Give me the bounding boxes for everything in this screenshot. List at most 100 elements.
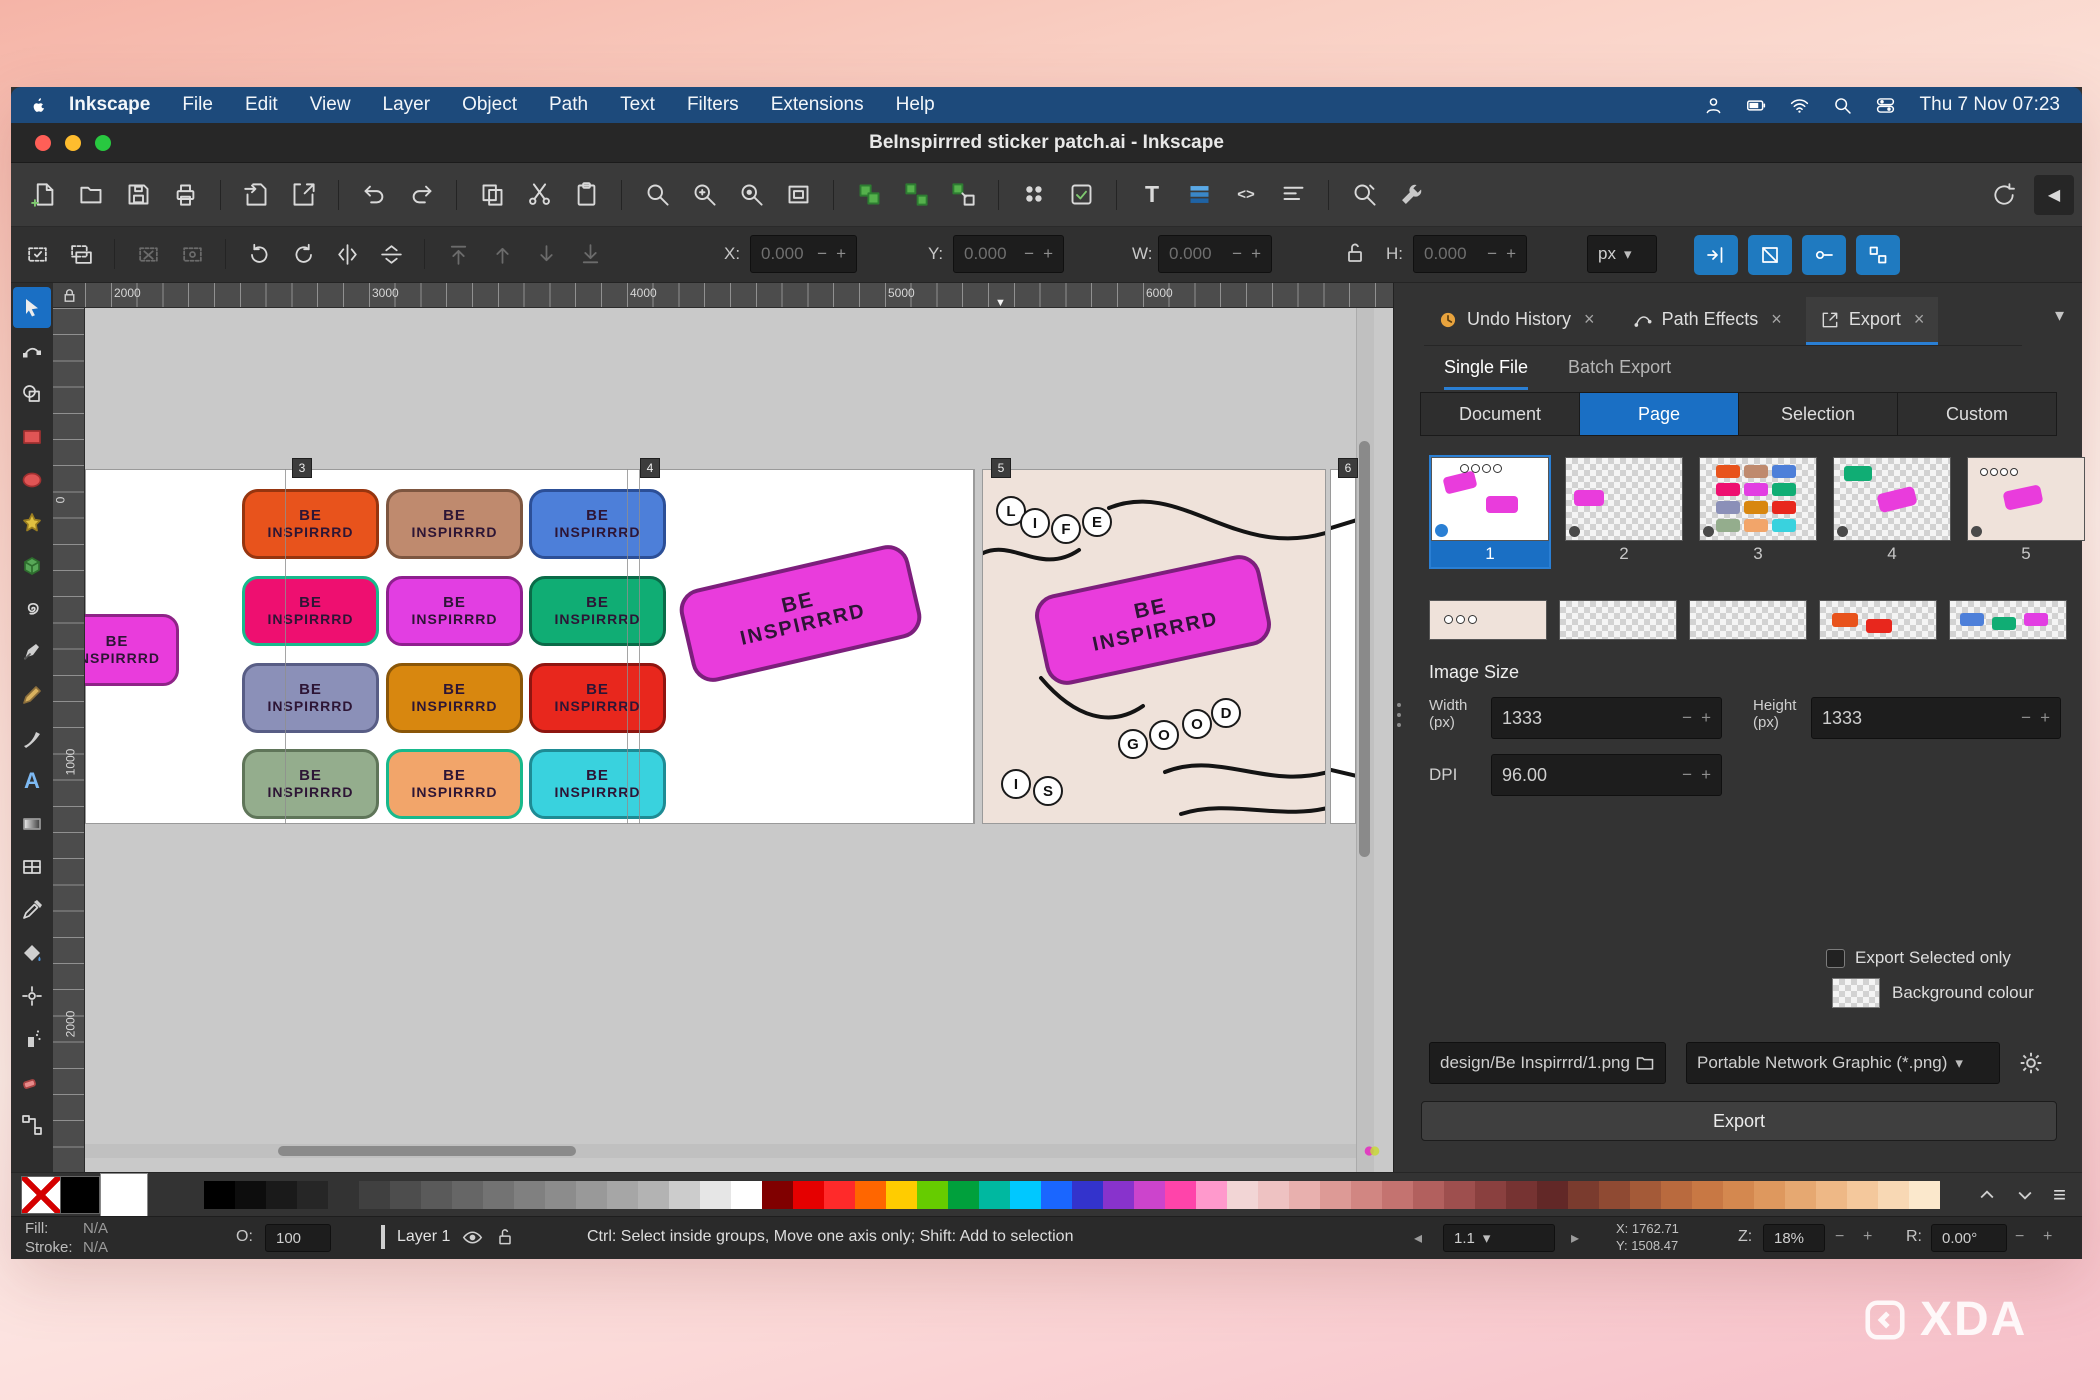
connector-tool[interactable] [13,1104,51,1145]
palette-swatch[interactable] [1289,1181,1320,1209]
export-thumbnail-partial[interactable] [1559,600,1677,640]
gradient-tool[interactable] [13,803,51,844]
palette-swatch[interactable] [762,1181,793,1209]
opacity-input[interactable]: 100 [265,1224,331,1252]
w-input[interactable]: 0.000 −+ [1158,235,1272,273]
calligraphy-tool[interactable] [13,717,51,758]
dialog-tab-path-effects[interactable]: Path Effects× [1619,297,1796,345]
lock-icon[interactable] [61,287,78,304]
h-increment-button[interactable]: + [1506,244,1516,264]
palette-swatch[interactable] [979,1181,1010,1209]
align-dialog-button[interactable] [1274,176,1312,214]
dpi-decrement-button[interactable]: − [1682,765,1692,785]
spray-options-button[interactable] [1062,176,1100,214]
menu-item-layer[interactable]: Layer [383,94,431,116]
good-letter-circle[interactable]: D [1211,698,1241,728]
gear-icon[interactable] [2011,1048,2051,1078]
raise-to-top-button[interactable] [440,235,476,273]
text-tool-btn-button[interactable]: T [1133,176,1171,214]
paste-button[interactable] [567,176,605,214]
palette-swatch[interactable] [638,1181,669,1209]
menu-item-view[interactable]: View [310,94,351,116]
palette-swatch[interactable] [1878,1181,1909,1209]
palette-swatch[interactable] [886,1181,917,1209]
scale-patterns-toggle[interactable] [1856,235,1900,275]
palette-swatch[interactable] [297,1181,328,1209]
export-thumbnail-1[interactable]: 1 [1429,455,1551,569]
sticker[interactable]: BEINSPIRRRD [529,663,666,733]
cut-button[interactable] [520,176,558,214]
snap-controls-button[interactable] [1984,175,2024,215]
life-letter-circle[interactable]: E [1082,507,1112,537]
menu-clock[interactable]: Thu 7 Nov 07:23 [1920,94,2060,116]
palette-swatch[interactable] [1134,1181,1165,1209]
palette-swatch[interactable] [1599,1181,1630,1209]
find-replace-button[interactable] [1345,176,1383,214]
palette-swatch[interactable] [1754,1181,1785,1209]
zoom-page-button[interactable] [779,176,817,214]
shape-builder-tool[interactable] [13,373,51,414]
palette-swatch[interactable] [1444,1181,1475,1209]
sticker[interactable]: BEINSPIRRRD [386,576,523,646]
selector-tool[interactable] [13,287,51,328]
h-input[interactable]: 0.000 −+ [1413,235,1527,273]
tweak-tool[interactable] [13,975,51,1016]
star-tool[interactable] [13,502,51,543]
scale-gradients-toggle[interactable] [1802,235,1846,275]
export-selected-checkbox[interactable] [1826,949,1845,968]
node-tool[interactable] [13,330,51,371]
selection-to-path-button[interactable] [174,235,210,273]
rotation-input[interactable]: 0.00° [1931,1224,2007,1252]
export-mode-document[interactable]: Document [1420,392,1580,436]
export-mode-page[interactable]: Page [1579,392,1739,436]
zoom-decrement-button[interactable]: − [1835,1228,1844,1246]
background-colour-swatch[interactable] [1832,978,1880,1008]
life-letter-circle[interactable]: I [1020,508,1050,538]
select-all-layers-button[interactable] [63,235,99,273]
zoom-prev-icon[interactable]: ◂ [1414,1228,1422,1248]
palette-swatch[interactable] [1537,1181,1568,1209]
export-thumbnail-2[interactable]: 2 [1563,455,1685,569]
select-all-button[interactable] [19,235,55,273]
lower-button[interactable] [528,235,564,273]
rotation-decrement-button[interactable]: − [2015,1228,2024,1246]
palette-swatch[interactable] [1692,1181,1723,1209]
y-input[interactable]: 0.000 −+ [953,235,1064,273]
palette-swatch[interactable] [1258,1181,1289,1209]
minimize-window-button[interactable] [65,135,81,151]
palette-swatch[interactable] [855,1181,886,1209]
lock-open-icon[interactable] [495,1227,515,1247]
raise-button[interactable] [484,235,520,273]
sticker[interactable]: BEINSPIRRRD [386,489,523,559]
lock-ratio-icon[interactable] [1343,241,1367,265]
palette-swatch[interactable] [204,1181,235,1209]
y-decrement-button[interactable]: − [1024,244,1034,264]
palette-swatch[interactable] [1475,1181,1506,1209]
palette-swatch[interactable] [1816,1181,1847,1209]
menu-item-filters[interactable]: Filters [687,94,739,116]
dpi-input[interactable]: 96.00 −+ [1491,754,1722,796]
x-input[interactable]: 0.000 −+ [750,235,857,273]
palette-swatch[interactable] [1320,1181,1351,1209]
palette-swatch[interactable] [545,1181,576,1209]
palette-swatch[interactable] [359,1181,390,1209]
sticker[interactable]: BEINSPIRRRD [85,614,179,686]
sticker[interactable]: BEINSPIRRRD [386,663,523,733]
export-button[interactable] [284,176,322,214]
mesh-tool[interactable] [13,846,51,887]
undo-button[interactable] [355,176,393,214]
palette-swatch[interactable] [421,1181,452,1209]
palette-swatch[interactable] [576,1181,607,1209]
scale-corners-toggle[interactable] [1748,235,1792,275]
menu-item-text[interactable]: Text [620,94,655,116]
is-letter-circle[interactable]: S [1033,776,1063,806]
palette-swatch[interactable] [700,1181,731,1209]
height-decrement-button[interactable]: − [2021,708,2031,728]
white-swatch[interactable] [100,1173,148,1217]
palette-swatch[interactable] [390,1181,421,1209]
import-button[interactable] [237,176,275,214]
print-button[interactable] [166,176,204,214]
copy-button[interactable] [473,176,511,214]
y-increment-button[interactable]: + [1043,244,1053,264]
fill-stroke-dialog-button[interactable] [1015,176,1053,214]
